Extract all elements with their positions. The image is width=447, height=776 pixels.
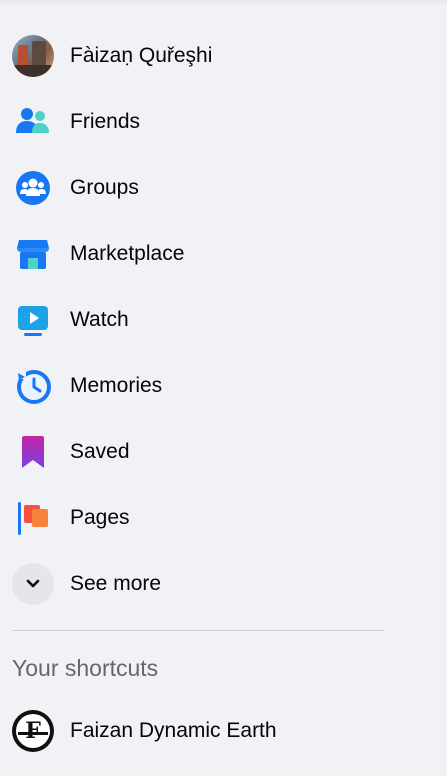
groups-icon <box>12 167 54 209</box>
nav-item-label: Groups <box>70 176 139 199</box>
nav-item-label: Marketplace <box>70 242 185 265</box>
shortcuts-heading: Your shortcuts <box>12 655 159 681</box>
chevron-down-icon <box>12 563 54 605</box>
page-logo: F <box>12 710 54 752</box>
shortcuts-list: F Faizan Dynamic Earth <box>0 698 447 764</box>
shortcut-label: Faizan Dynamic Earth <box>70 719 277 742</box>
nav-item-watch[interactable]: Watch <box>0 287 447 353</box>
nav-item-saved[interactable]: Saved <box>0 419 447 485</box>
nav-item-profile[interactable]: Fàizaṇ Quřeşhi <box>0 23 447 89</box>
shortcut-item[interactable]: F Faizan Dynamic Earth <box>0 698 447 764</box>
nav-item-groups[interactable]: Groups <box>0 155 447 221</box>
pages-icon <box>12 497 54 539</box>
nav-item-label: Memories <box>70 374 163 397</box>
profile-avatar <box>12 35 54 77</box>
saved-icon <box>12 431 54 473</box>
nav-item-label: Friends <box>70 110 141 133</box>
nav-item-label: Fàizaṇ Quřeşhi <box>70 44 213 67</box>
section-divider <box>12 630 384 631</box>
marketplace-icon <box>12 233 54 275</box>
header-shadow <box>0 0 447 6</box>
nav-item-memories[interactable]: Memories <box>0 353 447 419</box>
memories-icon <box>12 365 54 407</box>
left-navigation-menu: Fàizaṇ Quřeşhi Friends Groups Marketplac… <box>0 23 447 617</box>
watch-icon <box>12 299 54 341</box>
nav-item-friends[interactable]: Friends <box>0 89 447 155</box>
nav-item-label: Pages <box>70 506 130 529</box>
friends-icon <box>12 101 54 143</box>
nav-item-label: Watch <box>70 308 129 331</box>
see-more-button[interactable]: See more <box>0 551 447 617</box>
nav-item-marketplace[interactable]: Marketplace <box>0 221 447 287</box>
nav-item-label: Saved <box>70 440 130 463</box>
nav-item-pages[interactable]: Pages <box>0 485 447 551</box>
see-more-label: See more <box>70 572 162 595</box>
